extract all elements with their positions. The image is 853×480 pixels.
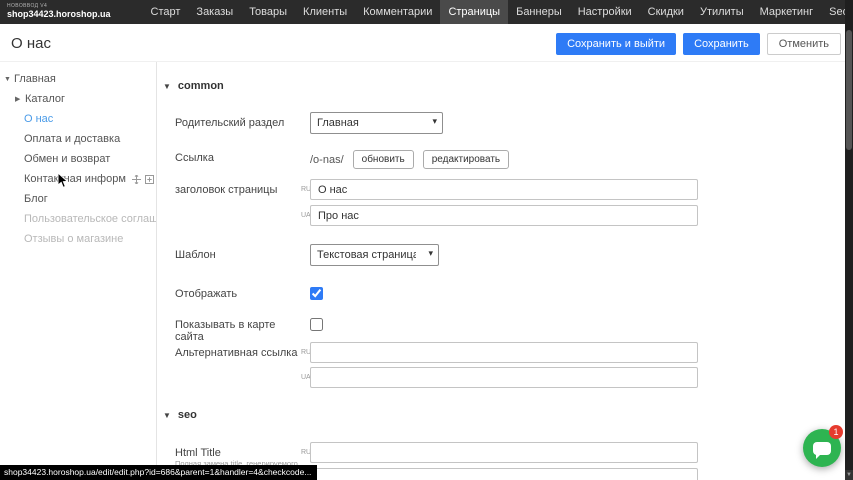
field-label: заголовок страницы <box>175 184 300 196</box>
section-title: common <box>178 80 224 92</box>
nav-utilities[interactable]: Утилиты <box>692 0 752 24</box>
page-title: О нас <box>11 35 51 52</box>
logo-domain: shop34423.horoshop.ua <box>7 10 111 20</box>
section-common: ▼ common <box>158 80 845 106</box>
field-label: Шаблон <box>175 249 300 261</box>
tree-item-label: Пользовательское соглашение <box>24 213 156 225</box>
pages-tree: ▼ Главная ▶ Каталог О нас Оплата и доста… <box>0 62 157 480</box>
alt-link-ua-input[interactable] <box>310 367 698 388</box>
scrollbar-thumb[interactable] <box>846 30 852 150</box>
nav-orders[interactable]: Заказы <box>188 0 241 24</box>
sitemap-checkbox[interactable] <box>310 318 323 331</box>
nav-settings[interactable]: Настройки <box>570 0 640 24</box>
html-title-ru-input[interactable] <box>310 442 698 463</box>
nav-start[interactable]: Старт <box>143 0 189 24</box>
field-template: Шаблон Текстовая страница <box>158 244 845 270</box>
section-title: seo <box>178 409 197 421</box>
nav-pages[interactable]: Страницы <box>440 0 508 24</box>
save-and-exit-button[interactable]: Сохранить и выйти <box>556 33 676 55</box>
display-checkbox[interactable] <box>310 287 323 300</box>
nav-banners[interactable]: Баннеры <box>508 0 570 24</box>
alt-link-ru-input[interactable] <box>310 342 698 363</box>
field-label: Ссылка <box>175 152 300 164</box>
chat-unread-badge: 1 <box>829 425 843 439</box>
save-button[interactable]: Сохранить <box>683 33 760 55</box>
add-icon[interactable] <box>145 175 154 184</box>
field-alt-link-ru: Альтернативная ссылка RU <box>158 342 845 368</box>
field-label: Показывать в карте сайта <box>175 319 300 343</box>
field-label: Альтернативная ссылка <box>175 347 300 359</box>
tree-item-soglashenie[interactable]: Пользовательское соглашение <box>0 209 156 229</box>
tree-item-kontaktnaya[interactable]: Контактная информ <box>0 169 156 189</box>
tree-item-oplata[interactable]: Оплата и доставка <box>0 129 156 149</box>
tree-item-label: О нас <box>24 113 53 125</box>
field-sitemap: Показывать в карте сайта <box>158 314 845 340</box>
topbar: НОВОВВОД V4 shop34423.horoshop.ua Старт … <box>0 0 853 24</box>
chat-bubble-icon <box>813 442 831 455</box>
vertical-scrollbar[interactable]: ▼ <box>845 0 853 480</box>
page-header: О нас Сохранить и выйти Сохранить Отмени… <box>0 24 845 62</box>
tree-item-otzyvy[interactable]: Отзывы о магазине <box>0 229 156 249</box>
nav-discounts[interactable]: Скидки <box>640 0 692 24</box>
chat-widget-button[interactable]: 1 <box>803 429 841 467</box>
field-label: Отображать <box>175 288 300 300</box>
chevron-down-icon[interactable]: ▼ <box>4 76 14 83</box>
section-seo-header[interactable]: ▼ seo <box>158 409 845 421</box>
page-title-ru-input[interactable] <box>310 179 698 200</box>
tree-item-label: Блог <box>24 193 48 205</box>
section-common-header[interactable]: ▼ common <box>158 80 845 92</box>
status-url-bar: shop34423.horoshop.ua/edit/edit.php?id=6… <box>0 465 317 480</box>
page-title-ua-input[interactable] <box>310 205 698 226</box>
nav-products[interactable]: Товары <box>241 0 295 24</box>
tree-item-label: Главная <box>14 73 56 85</box>
logo[interactable]: НОВОВВОД V4 shop34423.horoshop.ua <box>0 4 121 19</box>
tree-item-label: Оплата и доставка <box>24 133 120 145</box>
tree-item-label: Отзывы о магазине <box>24 233 123 245</box>
field-link: Ссылка /o-nas/ обновить редактировать <box>158 147 845 173</box>
link-edit-button[interactable]: редактировать <box>423 150 509 169</box>
nav-comments[interactable]: Комментарии <box>355 0 440 24</box>
link-path-value: /o-nas/ <box>310 154 344 166</box>
field-page-title-ua: UA <box>158 205 845 231</box>
chevron-right-icon[interactable]: ▶ <box>15 95 25 103</box>
field-display: Отображать <box>158 283 845 309</box>
tree-item-label: Каталог <box>25 93 65 105</box>
header-buttons: Сохранить и выйти Сохранить Отменить <box>556 33 841 55</box>
nav-marketing[interactable]: Маркетинг <box>752 0 821 24</box>
scroll-down-button[interactable]: ▼ <box>845 470 853 480</box>
cancel-button[interactable]: Отменить <box>767 33 841 55</box>
field-label: Html Title <box>175 447 300 459</box>
tree-item-glavnaya[interactable]: ▼ Главная <box>0 69 156 89</box>
field-page-title-ru: заголовок страницы RU <box>158 179 845 205</box>
parent-section-select[interactable]: Главная <box>310 112 443 134</box>
html-title-ua-input[interactable] <box>310 468 698 480</box>
move-icon[interactable] <box>132 175 141 184</box>
tree-item-blog[interactable]: Блог <box>0 189 156 209</box>
tree-item-o-nas[interactable]: О нас <box>0 109 156 129</box>
chevron-down-icon: ▼ <box>163 411 171 420</box>
page-edit-form: ▼ common Родительский раздел Главная Ссы… <box>158 62 845 480</box>
main-nav: Старт Заказы Товары Клиенты Комментарии … <box>143 0 853 24</box>
section-seo: ▼ seo <box>158 409 845 435</box>
nav-clients[interactable]: Клиенты <box>295 0 355 24</box>
tree-item-label: Контактная информ <box>24 173 126 185</box>
tree-item-hover-actions <box>132 175 156 184</box>
tree-item-katalog[interactable]: ▶ Каталог <box>0 89 156 109</box>
tree-item-label: Обмен и возврат <box>24 153 110 165</box>
tree-item-obmen[interactable]: Обмен и возврат <box>0 149 156 169</box>
field-parent-section: Родительский раздел Главная <box>158 112 845 138</box>
chevron-down-icon: ▼ <box>163 82 171 91</box>
field-label: Родительский раздел <box>175 117 300 129</box>
field-alt-link-ua: UA <box>158 367 845 393</box>
template-select[interactable]: Текстовая страница <box>310 244 439 266</box>
link-refresh-button[interactable]: обновить <box>353 150 414 169</box>
